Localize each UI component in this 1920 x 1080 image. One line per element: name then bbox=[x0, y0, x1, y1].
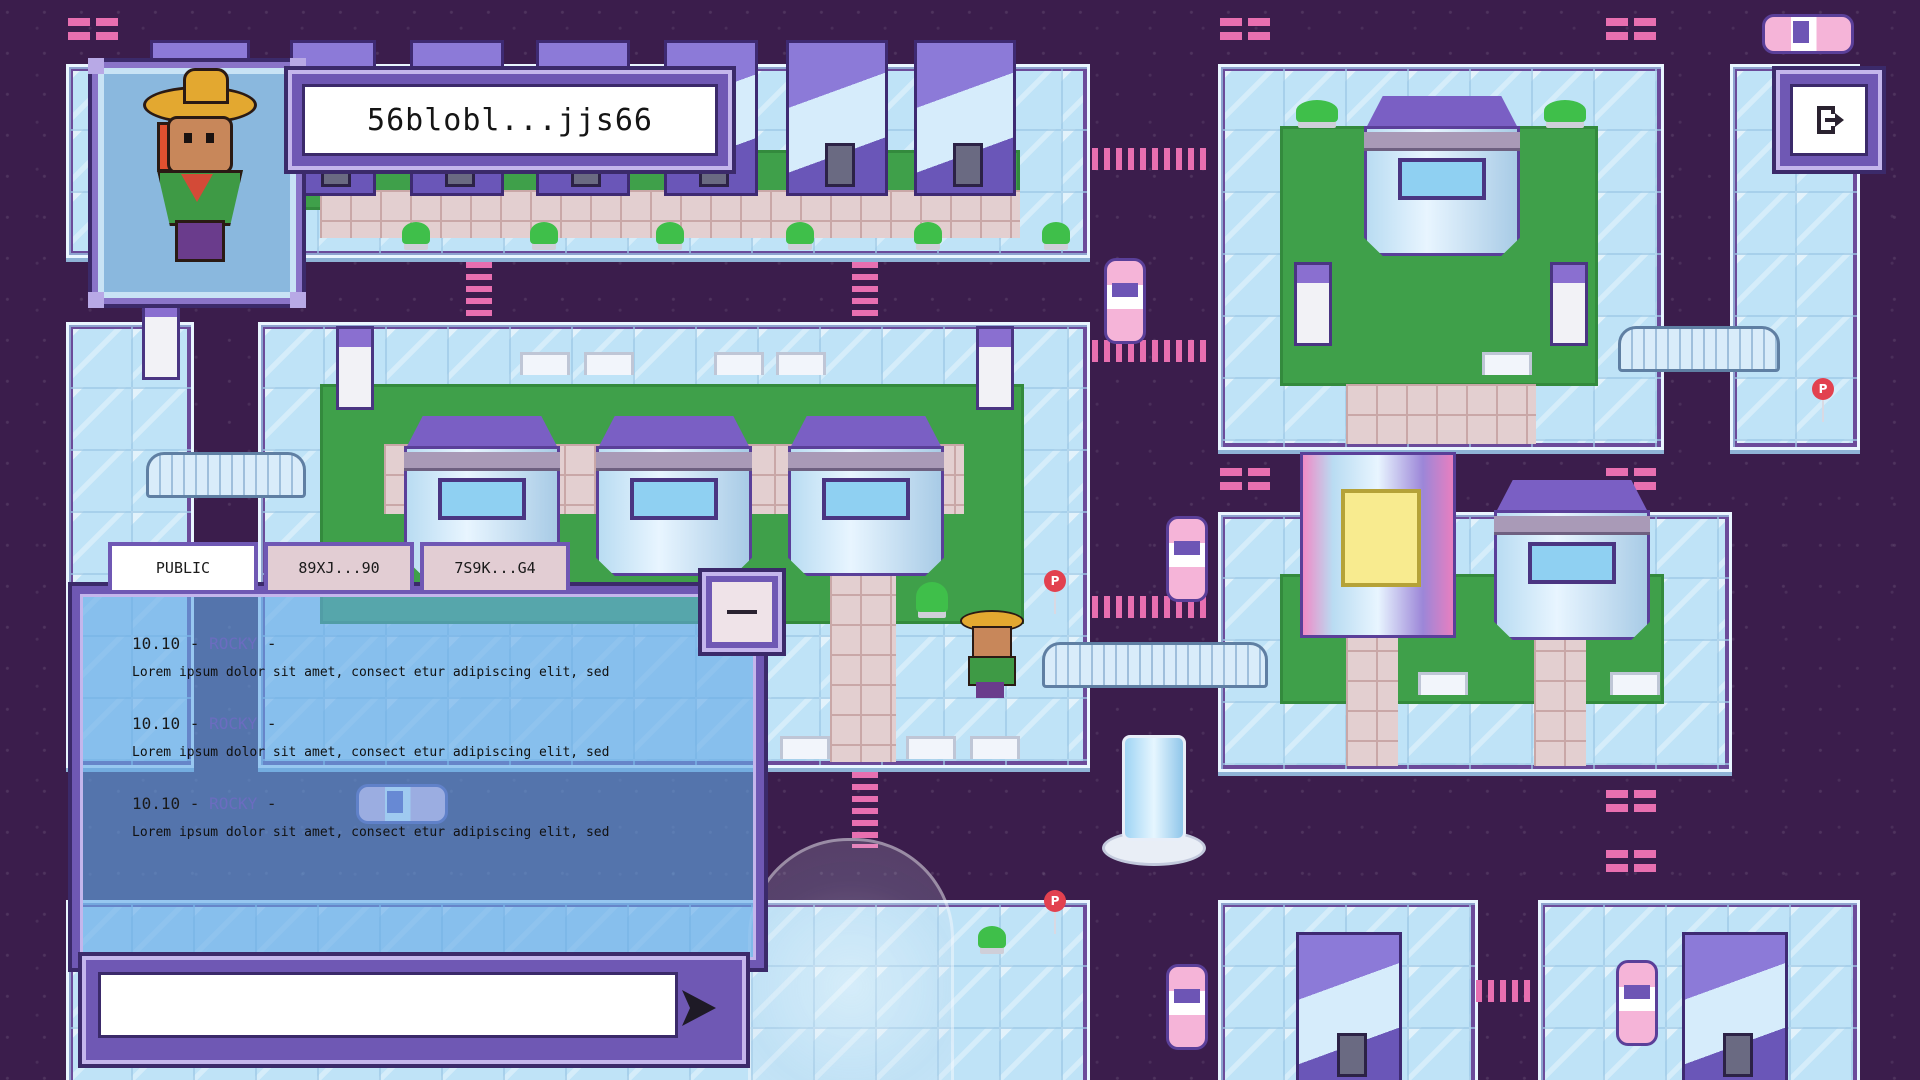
bench bbox=[1418, 672, 1468, 695]
plant-icon bbox=[1544, 100, 1586, 122]
parking-sign-icon: P bbox=[1044, 570, 1066, 614]
walkway bbox=[1346, 384, 1536, 444]
message-text: Lorem ipsum dolor sit amet, consect etur… bbox=[132, 825, 610, 840]
vending-machine[interactable] bbox=[1294, 262, 1332, 346]
sombrero-character-icon bbox=[143, 68, 257, 262]
plant-icon bbox=[656, 222, 684, 244]
exit-button[interactable] bbox=[1776, 70, 1882, 170]
vending-machine[interactable] bbox=[142, 296, 180, 380]
plant-icon bbox=[916, 582, 948, 612]
bench bbox=[906, 736, 956, 759]
vending-machine[interactable] bbox=[976, 326, 1014, 410]
crosswalk bbox=[1476, 980, 1532, 1002]
message-sender: ROCKY bbox=[209, 794, 258, 813]
building bbox=[1682, 932, 1788, 1080]
player-avatar-frame[interactable] bbox=[88, 58, 306, 308]
chat-message: 10.10 - ROCKY - Lorem ipsum dolor sit am… bbox=[132, 714, 610, 760]
building bbox=[788, 416, 944, 576]
bridge bbox=[1618, 326, 1780, 372]
road-marking bbox=[1606, 790, 1656, 812]
walkway bbox=[1346, 620, 1398, 766]
crosswalk bbox=[1092, 148, 1212, 170]
message-time: 10.10 bbox=[132, 794, 181, 813]
chat-panel[interactable]: 10.10 - ROCKY - Lorem ipsum dolor sit am… bbox=[72, 586, 764, 968]
bench bbox=[1610, 672, 1660, 695]
building bbox=[1494, 480, 1650, 640]
road-marking bbox=[68, 18, 118, 40]
message-text: Lorem ipsum dolor sit amet, consect etur… bbox=[132, 745, 610, 760]
message-sender: ROCKY bbox=[209, 714, 258, 733]
bench bbox=[1482, 352, 1532, 375]
bench bbox=[584, 352, 634, 375]
plant-icon bbox=[786, 222, 814, 244]
building bbox=[596, 416, 752, 576]
car bbox=[1166, 516, 1208, 602]
send-arrow-icon[interactable] bbox=[678, 986, 720, 1030]
billboard-screen bbox=[1341, 489, 1421, 587]
glass-dome bbox=[748, 838, 954, 1080]
car bbox=[1166, 964, 1208, 1050]
road-marking bbox=[1220, 18, 1270, 40]
building bbox=[1296, 932, 1402, 1080]
crosswalk bbox=[466, 262, 492, 318]
chat-input[interactable] bbox=[98, 972, 678, 1038]
crosswalk bbox=[852, 262, 878, 318]
exit-door-icon bbox=[1817, 106, 1844, 134]
chat-input-container bbox=[82, 956, 746, 1064]
parking-sign-icon: P bbox=[1812, 378, 1834, 422]
tab-private-chat-1[interactable]: 89XJ...90 bbox=[264, 542, 414, 590]
vending-machine[interactable] bbox=[336, 326, 374, 410]
vending-machine[interactable] bbox=[1550, 262, 1588, 346]
building bbox=[1364, 96, 1520, 256]
plant-icon bbox=[914, 222, 942, 244]
road-marking bbox=[1220, 468, 1270, 490]
chat-message: 10.10 - ROCKY - Lorem ipsum dolor sit am… bbox=[132, 794, 610, 840]
chat-message: 10.10 - ROCKY - Lorem ipsum dolor sit am… bbox=[132, 634, 610, 680]
bench bbox=[970, 736, 1020, 759]
tab-public[interactable]: PUBLIC bbox=[108, 542, 258, 590]
walkway bbox=[1534, 620, 1586, 766]
message-time: 10.10 bbox=[132, 714, 181, 733]
plant-icon bbox=[1042, 222, 1070, 244]
parking-sign-icon: P bbox=[1044, 890, 1066, 934]
car bbox=[1104, 258, 1146, 344]
crosswalk bbox=[1092, 340, 1212, 362]
player-name-box: 56blobl...jjs66 bbox=[288, 70, 732, 170]
bench bbox=[780, 736, 830, 759]
bench bbox=[714, 352, 764, 375]
building bbox=[914, 40, 1016, 196]
player-name: 56blobl...jjs66 bbox=[302, 84, 718, 156]
message-text: Lorem ipsum dolor sit amet, consect etur… bbox=[132, 665, 610, 680]
road-marking bbox=[1606, 18, 1656, 40]
bench bbox=[776, 352, 826, 375]
car bbox=[1762, 14, 1854, 54]
plant-icon bbox=[978, 926, 1006, 948]
tab-private-chat-2[interactable]: 7S9K...G4 bbox=[420, 542, 570, 590]
billboard-building bbox=[1300, 452, 1456, 638]
teleport-capsule[interactable] bbox=[1122, 735, 1186, 841]
plant-icon bbox=[530, 222, 558, 244]
car bbox=[1616, 960, 1658, 1046]
bridge bbox=[1042, 642, 1268, 688]
building bbox=[786, 40, 888, 196]
message-sender: ROCKY bbox=[209, 634, 258, 653]
plant-icon bbox=[1296, 100, 1338, 122]
plant-icon bbox=[402, 222, 430, 244]
crosswalk bbox=[852, 772, 878, 848]
bench bbox=[520, 352, 570, 375]
player-sprite bbox=[960, 602, 1024, 698]
message-time: 10.10 bbox=[132, 634, 181, 653]
minus-icon bbox=[727, 610, 757, 614]
road-marking bbox=[1606, 850, 1656, 872]
bridge bbox=[146, 452, 306, 498]
minimize-chat-button[interactable] bbox=[702, 572, 782, 652]
